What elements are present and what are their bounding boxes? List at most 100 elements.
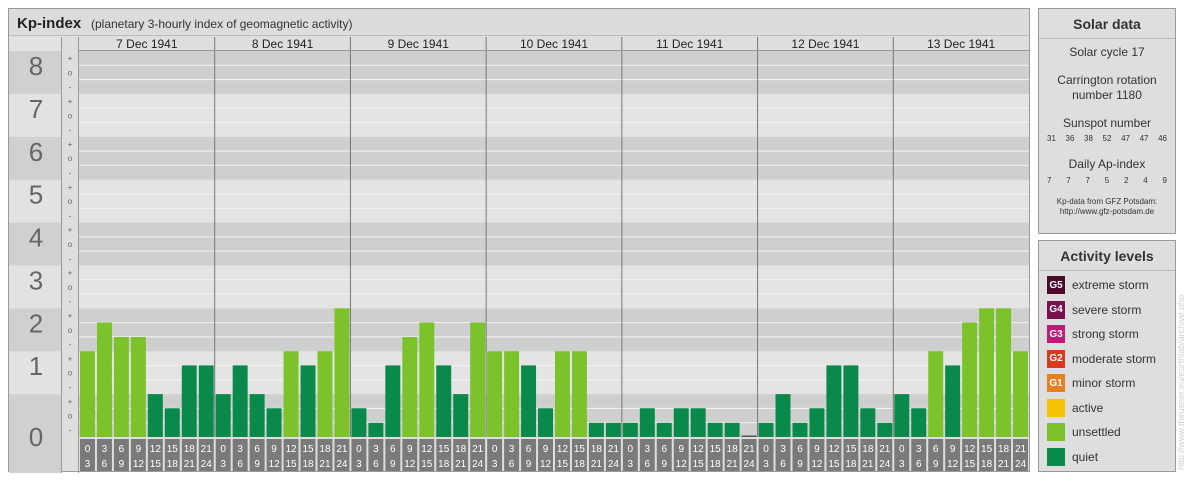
kp-bar [656,422,672,437]
kp-axis-label: 1 [29,351,43,381]
source-note-1: Kp-data from GFZ Potsdam: [1056,197,1158,206]
kp-bar [317,351,333,437]
hour-start-label: 12 [150,444,162,455]
kp-bar [249,394,265,437]
hour-start-label: 9 [543,444,549,455]
legend-item: active [1047,398,1103,418]
kp-axis-label: 6 [29,137,43,167]
kp-bar [164,408,180,437]
hour-end-label: 18 [302,459,314,470]
kp-bar [843,365,859,437]
day-label: 10 Dec 1941 [520,37,588,51]
ap-value: 5 [1104,176,1110,185]
sunspot-values: 31 36 38 52 47 47 46 [1039,134,1175,143]
legend-item: G2 moderate storm [1047,349,1156,369]
hour-start-label: 12 [828,444,840,455]
kp-bar [538,408,553,437]
sub-tick-label: - [69,83,72,92]
kp-bar [130,337,146,437]
kp-axis-label: 9 [29,37,43,38]
sub-tick-label: o [68,412,73,421]
kp-bar [300,365,316,437]
kp-bar [826,365,842,437]
sub-tick-label: + [68,397,73,406]
kp-bar [690,408,706,437]
kp-bar [283,351,299,437]
kp-bar [215,394,231,437]
sub-tick-label: + [68,140,73,149]
legend-item: G3 strong storm [1047,324,1139,344]
hour-start-label: 0 [763,444,769,455]
legend-item: quiet [1047,447,1098,467]
hour-end-label: 18 [710,459,722,470]
hour-end-label: 6 [373,459,379,470]
sunspot-value: 46 [1158,134,1167,143]
kp-bar [198,365,214,437]
hour-end-label: 3 [220,459,226,470]
hour-start-label: 21 [201,444,213,455]
day-label: 11 Dec 1941 [656,37,723,51]
sub-tick-label: - [69,297,72,306]
hour-end-label: 9 [933,459,939,470]
hour-start-label: 12 [285,444,297,455]
kp-band [79,222,1029,266]
hour-end-label: 6 [509,459,515,470]
hour-start-label: 21 [608,444,620,455]
chart-header: Kp-index (planetary 3-hourly index of ge… [9,9,1029,36]
hour-end-label: 18 [845,459,857,470]
solar-data-panel: Solar data Solar cycle 17 Carrington rot… [1038,8,1176,234]
legend-swatch: G5 [1047,276,1065,294]
sub-tick-label: o [68,68,73,77]
sub-tick-label: + [68,226,73,235]
solar-data-title: Solar data [1039,9,1175,39]
hour-end-label: 21 [727,459,739,470]
sub-tick-label: o [68,240,73,249]
kp-band [79,265,1029,309]
hour-start-label: 9 [950,444,956,455]
hour-end-label: 6 [237,459,243,470]
kp-band [79,308,1029,352]
kp-axis-label: 7 [29,94,43,124]
sub-tick-label: + [68,183,73,192]
hour-start-label: 6 [254,444,260,455]
hour-start-label: 15 [845,444,857,455]
kp-axis-label: 4 [29,223,43,253]
kp-bar [724,422,740,437]
kp-bar [622,422,638,437]
hour-start-label: 9 [814,444,820,455]
sub-tick-label: - [69,340,72,349]
legend-label: quiet [1072,449,1099,464]
hour-start-label: 0 [356,444,362,455]
kp-bar [928,351,944,437]
legend-item: unsettled [1047,422,1121,442]
hour-start-label: 6 [119,444,125,455]
hour-start-label: 6 [526,444,532,455]
hour-start-label: 15 [710,444,722,455]
hour-end-label: 15 [421,459,433,470]
hour-end-label: 6 [916,459,922,470]
sub-tick-label: - [69,126,72,135]
hour-end-label: 12 [540,459,552,470]
hour-end-label: 9 [254,459,260,470]
hour-start-label: 6 [797,444,803,455]
hour-start-label: 21 [1015,444,1027,455]
day-label: 13 Dec 1941 [927,37,995,51]
ap-title: Daily Ap-index [1068,157,1146,171]
kp-bar [351,408,367,437]
sunspot-value: 52 [1102,134,1112,143]
kp-bar [996,308,1012,437]
activity-levels-title: Activity levels [1039,241,1175,271]
hour-end-label: 3 [492,459,498,470]
legend-swatch: G4 [1047,300,1065,319]
hour-start-label: 3 [916,444,922,455]
sunspot-value: 38 [1084,134,1093,143]
hour-start-label: 21 [336,444,348,455]
hour-end-label: 9 [390,459,396,470]
legend-item: G1 minor storm [1047,373,1135,393]
ap-value: 7 [1066,176,1071,185]
sunspot-value: 31 [1047,134,1056,143]
source-watermark: http://www.theusner.eu/earthlab/archive.… [1176,294,1184,470]
kp-bar [487,351,503,437]
kp-bar [266,408,282,437]
kp-bar-chart: -o+-o+-o+-o+-o+-o+-o+-o+-o+01234567897 D… [9,37,1029,473]
